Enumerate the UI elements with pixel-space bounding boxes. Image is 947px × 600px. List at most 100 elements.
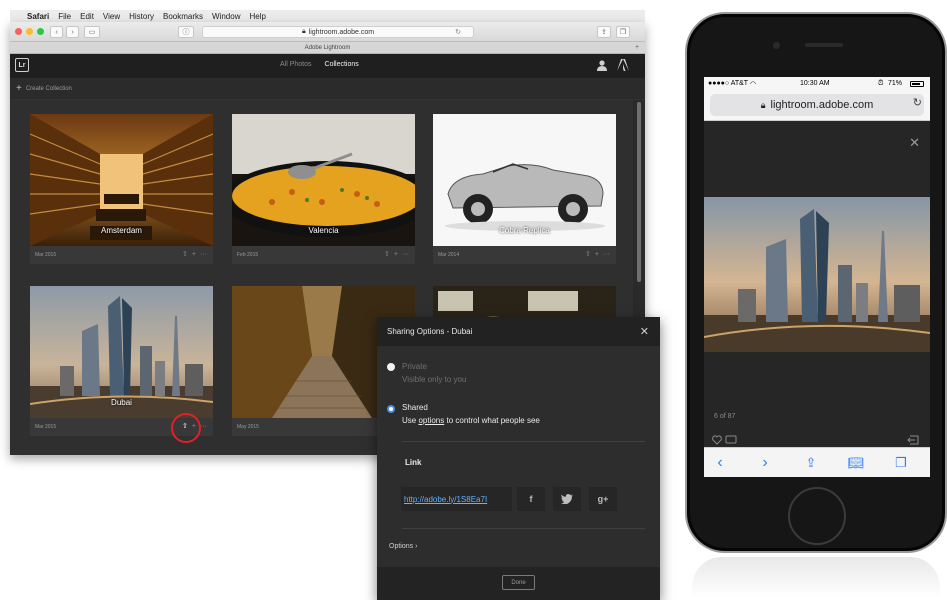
shared-label: Shared (402, 403, 428, 412)
photo-actions (712, 435, 919, 445)
close-icon[interactable]: ✕ (909, 135, 920, 151)
safari-toolbar: ‹ › ⇪ 📖︎ ❐ (704, 447, 930, 477)
shared-desc-prefix: Use (402, 416, 419, 425)
photo-counter: 6 of 87 (714, 413, 736, 420)
shared-radio[interactable] (387, 405, 395, 413)
more-icon[interactable]: ··· (200, 423, 207, 430)
more-icon[interactable]: ··· (603, 251, 610, 258)
options-link[interactable]: options (418, 416, 444, 425)
tabs-icon[interactable]: ❐ (891, 454, 911, 472)
divider (402, 441, 645, 442)
zoom-window-button[interactable] (37, 28, 44, 35)
tab-adobe-lightroom[interactable]: Adobe Lightroom (305, 45, 351, 51)
menu-help[interactable]: Help (249, 12, 265, 21)
add-icon[interactable]: + (595, 251, 599, 258)
ios-status-bar: ●●●●○ AT&T ◠ 10:30 AM ⏰︎ 71% (704, 77, 930, 91)
menu-edit[interactable]: Edit (80, 12, 94, 21)
wifi-icon: ◠ (750, 81, 757, 88)
home-button[interactable] (788, 487, 846, 545)
collection-name: Cobra Replica (499, 226, 550, 235)
done-button[interactable]: Done (502, 575, 535, 590)
collection-date: Mar 2015 (35, 424, 57, 430)
sidebar-icon[interactable]: ▭ (84, 26, 100, 38)
menu-window[interactable]: Window (212, 12, 240, 21)
user-icon[interactable] (597, 60, 607, 71)
add-icon[interactable]: + (192, 251, 196, 258)
collection-footer: Mar 2014 ⇧ + ··· (433, 246, 616, 264)
ios-address-bar: 🔒︎ lightroom.adobe.com ↻ (704, 91, 930, 121)
lr-logo[interactable]: Lr (15, 58, 29, 72)
collection-toolbar: + Create Collection (10, 78, 645, 100)
comment-icon[interactable] (725, 435, 737, 444)
ios-url-text: lightroom.adobe.com (770, 99, 874, 111)
reload-icon[interactable]: ↻ (913, 96, 922, 109)
clock: 10:30 AM (800, 80, 830, 87)
minimize-window-button[interactable] (26, 28, 33, 35)
heart-icon[interactable] (712, 435, 722, 445)
private-label: Private (402, 362, 427, 371)
battery-percent: 71% (888, 80, 903, 87)
earpiece-speaker (805, 43, 843, 47)
share-link-url[interactable]: http://adobe.ly/1S8Ea7I (401, 487, 512, 511)
dialog-header: Sharing Options - Dubai ✕ (377, 317, 660, 346)
nav-collections[interactable]: Collections (325, 61, 359, 68)
options-expander[interactable]: Options › (389, 543, 417, 550)
adobe-icon[interactable] (617, 59, 629, 71)
twitter-icon[interactable] (553, 487, 581, 511)
front-camera (773, 42, 780, 49)
dialog-footer: Done (377, 567, 660, 600)
plus-icon[interactable]: + (16, 83, 22, 94)
facebook-icon[interactable]: f (517, 487, 545, 511)
menu-bookmarks[interactable]: Bookmarks (163, 12, 203, 21)
google-plus-icon[interactable]: g+ (589, 487, 617, 511)
back-button[interactable]: ‹ (50, 26, 63, 38)
create-collection-link[interactable]: Create Collection (26, 86, 72, 92)
alarm-icon: ⏰︎ (878, 80, 884, 87)
lock-icon: 🔒︎ (301, 28, 306, 35)
share-icon[interactable]: ⇧ (384, 250, 390, 258)
more-icon[interactable]: ··· (402, 251, 409, 258)
forward-button[interactable]: › (66, 26, 79, 38)
info-icon[interactable]: ⓘ (178, 26, 194, 38)
forward-icon[interactable]: › (755, 454, 775, 472)
more-icon[interactable]: ··· (200, 251, 207, 258)
window-controls (15, 28, 44, 35)
scrollbar-thumb[interactable] (637, 102, 641, 282)
ios-url-field[interactable]: 🔒︎ lightroom.adobe.com (710, 94, 924, 116)
tabs-icon[interactable]: ❐ (616, 26, 630, 38)
collection-footer: Feb 2015 ⇧ + ··· (232, 246, 415, 264)
collection-date: Feb 2015 (237, 252, 259, 258)
back-icon[interactable]: ‹ (710, 454, 730, 472)
share-icon[interactable]: ⇪ (597, 26, 611, 38)
shared-photo[interactable] (704, 197, 930, 352)
battery-icon (910, 81, 924, 87)
new-tab-icon[interactable]: + (633, 44, 641, 52)
private-description: Visible only to you (402, 375, 467, 384)
close-window-button[interactable] (15, 28, 22, 35)
menu-safari[interactable]: Safari (27, 12, 49, 21)
share-icon[interactable]: ⇧ (182, 250, 188, 258)
collection-footer: Mar 2015 ⇧ + ··· (30, 246, 213, 264)
carrier-label: ●●●●○ AT&T (708, 80, 749, 87)
nav-all-photos[interactable]: All Photos (280, 61, 312, 68)
phone-screen: ●●●●○ AT&T ◠ 10:30 AM ⏰︎ 71% 🔒︎ lightroo… (704, 77, 930, 477)
menu-history[interactable]: History (129, 12, 154, 21)
menu-view[interactable]: View (103, 12, 120, 21)
reload-icon[interactable]: ↻ (455, 28, 461, 36)
private-radio[interactable] (387, 363, 395, 371)
exit-icon[interactable] (907, 435, 919, 445)
dialog-title: Sharing Options - Dubai (387, 327, 473, 336)
shared-description: Use options to control what people see (402, 416, 540, 425)
bookmarks-icon[interactable]: 📖︎ (846, 454, 866, 472)
divider (402, 528, 645, 529)
share-icon[interactable]: ⇪ (801, 454, 821, 472)
share-icon[interactable]: ⇧ (585, 250, 591, 258)
collection-name: Amsterdam (101, 226, 142, 235)
add-icon[interactable]: + (394, 251, 398, 258)
sharing-options-dialog: Sharing Options - Dubai ✕ Private Visibl… (377, 317, 660, 600)
browser-toolbar: ‹ › ▭ ⓘ 🔒︎ lightroom.adobe.com ↻ ⇪ ❐ (10, 22, 645, 42)
address-bar[interactable]: 🔒︎ lightroom.adobe.com ↻ (202, 26, 474, 38)
close-icon[interactable]: ✕ (640, 325, 649, 338)
menu-file[interactable]: File (58, 12, 71, 21)
mac-menubar: Safari File Edit View History Bookmarks … (10, 10, 645, 22)
